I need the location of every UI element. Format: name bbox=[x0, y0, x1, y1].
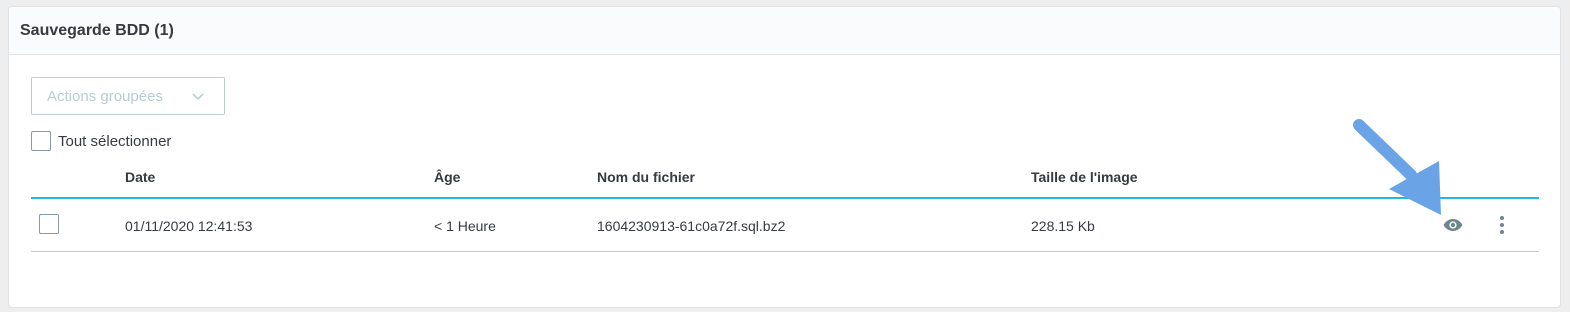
more-vertical-icon[interactable] bbox=[1497, 215, 1507, 235]
chevron-down-icon bbox=[192, 93, 204, 101]
backup-panel: Sauvegarde BDD (1) Actions groupées Tout… bbox=[8, 6, 1561, 308]
cell-size: 228.15 Kb bbox=[1031, 218, 1095, 234]
column-header-filename[interactable]: Nom du fichier bbox=[597, 167, 695, 187]
table-row: 01/11/2020 12:41:53 < 1 Heure 1604230913… bbox=[31, 199, 1539, 252]
cell-age: < 1 Heure bbox=[434, 218, 496, 234]
column-header-date[interactable]: Date bbox=[125, 167, 155, 187]
eye-icon[interactable] bbox=[1443, 218, 1463, 232]
row-checkbox[interactable] bbox=[39, 214, 59, 234]
cell-date: 01/11/2020 12:41:53 bbox=[125, 218, 253, 234]
panel-title: Sauvegarde BDD (1) bbox=[20, 21, 174, 39]
select-all-label: Tout sélectionner bbox=[58, 132, 172, 150]
select-all-checkbox[interactable] bbox=[31, 131, 51, 151]
bulk-actions-dropdown[interactable]: Actions groupées bbox=[31, 77, 225, 115]
column-header-age[interactable]: Âge bbox=[434, 167, 460, 187]
panel-header: Sauvegarde BDD (1) bbox=[9, 7, 1560, 55]
bulk-actions-label: Actions groupées bbox=[47, 87, 163, 105]
table-header: Date Âge Nom du fichier Taille de l'imag… bbox=[31, 165, 1539, 199]
select-all[interactable]: Tout sélectionner bbox=[31, 131, 171, 151]
cell-filename: 1604230913-61c0a72f.sql.bz2 bbox=[597, 218, 786, 234]
column-header-size[interactable]: Taille de l'image bbox=[1031, 167, 1138, 187]
